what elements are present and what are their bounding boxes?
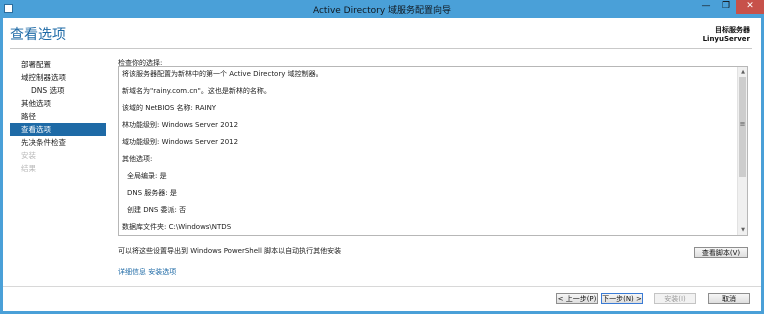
review-line: 其他选项:	[122, 155, 153, 163]
nav-item-results: 结果	[21, 164, 36, 173]
page-title: 查看选项	[10, 27, 66, 43]
review-line: 该域的 NetBIOS 名称: RAINY	[122, 104, 217, 112]
nav-item-deployment[interactable]: 部署配置	[10, 58, 106, 71]
close-button[interactable]: ✕	[736, 0, 764, 14]
review-line: 新域名为"rainy.com.cn"。这也是新林的名称。	[122, 87, 271, 95]
target-server-label: 目标服务器	[715, 26, 750, 34]
next-button[interactable]: 下一步(N) >	[601, 293, 643, 304]
nav-item-review-options[interactable]: 查看选项	[10, 123, 106, 136]
review-line: 创建 DNS 委派: 否	[127, 206, 187, 214]
view-script-button[interactable]: 查看脚本(V)	[694, 247, 748, 258]
title-bar: Active Directory 域服务配置向导	[0, 0, 764, 18]
window-title: Active Directory 域服务配置向导	[312, 6, 452, 16]
review-line: 域功能级别: Windows Server 2012	[122, 138, 239, 146]
install-options-link[interactable]: 详细信息 安装选项	[118, 267, 176, 277]
previous-button[interactable]: < 上一步(P)	[556, 293, 598, 304]
review-line: 将该服务器配置为新林中的第一个 Active Directory 域控制器。	[122, 70, 323, 78]
header-divider	[10, 48, 752, 49]
grip-icon: ≡	[739, 120, 746, 128]
nav-item-dns-options[interactable]: DNS 选项	[10, 84, 106, 97]
cancel-button[interactable]: 取消	[708, 293, 750, 304]
review-scrollbar[interactable]: ▲ ≡ ▼	[737, 67, 747, 235]
nav-item-install: 安装	[21, 151, 36, 160]
review-line: 全局编录: 是	[127, 172, 167, 180]
export-note: 可以将这些设置导出到 Windows PowerShell 脚本以自动执行其他安…	[118, 247, 342, 255]
wizard-nav: 部署配置 域控制器选项 DNS 选项 其他选项 路径 查看选项 先决条件检查 安…	[10, 58, 106, 175]
nav-item-paths[interactable]: 路径	[10, 110, 106, 123]
nav-item-additional-options[interactable]: 其他选项	[10, 97, 106, 110]
review-line: 数据库文件夹: C:\Windows\NTDS	[122, 223, 232, 231]
minimize-button[interactable]: —	[696, 0, 716, 14]
install-button: 安装(I)	[654, 293, 696, 304]
nav-item-dc-options[interactable]: 域控制器选项	[10, 71, 106, 84]
review-textbox[interactable]: 将该服务器配置为新林中的第一个 Active Directory 域控制器。 新…	[118, 66, 748, 236]
footer-divider	[3, 286, 761, 287]
review-line: DNS 服务器: 是	[127, 189, 177, 197]
review-line: 林功能级别: Windows Server 2012	[122, 121, 239, 129]
maximize-button[interactable]: ❐	[716, 0, 736, 14]
nav-item-prereq-check[interactable]: 先决条件检查	[10, 136, 106, 149]
scroll-down-icon[interactable]: ▼	[738, 226, 747, 234]
scroll-up-icon[interactable]: ▲	[738, 68, 747, 76]
target-server-value: LinyuServer	[702, 35, 750, 43]
scroll-thumb[interactable]: ≡	[739, 77, 746, 177]
